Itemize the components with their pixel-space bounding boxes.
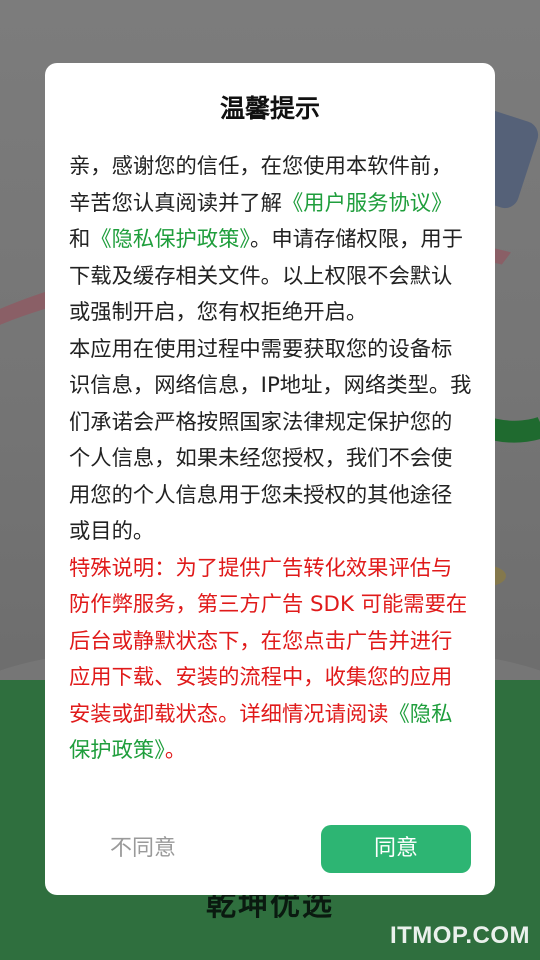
watermark: ITMOP.COM [389,922,530,949]
disagree-button[interactable]: 不同意 [83,825,203,873]
user-agreement-link[interactable]: 《用户服务协议》 [282,191,452,216]
agree-button[interactable]: 同意 [321,825,471,873]
consent-text: 和 [69,227,91,252]
privacy-dialog: 温馨提示 亲，感谢您的信任，在您使用本软件前，辛苦您认真阅读并了解《用户服务协议… [45,63,495,895]
special-notice-end: 。 [164,738,187,763]
privacy-policy-link[interactable]: 《隐私保护政策》 [90,227,250,252]
dialog-body: 亲，感谢您的信任，在您使用本软件前，辛苦您认真阅读并了解《用户服务协议》和《隐私… [69,149,473,770]
data-collection-text: 本应用在使用过程中需要获取您的设备标识信息，网络信息，IP地址，网络类型。我们承… [69,336,472,545]
dialog-title: 温馨提示 [219,94,320,123]
